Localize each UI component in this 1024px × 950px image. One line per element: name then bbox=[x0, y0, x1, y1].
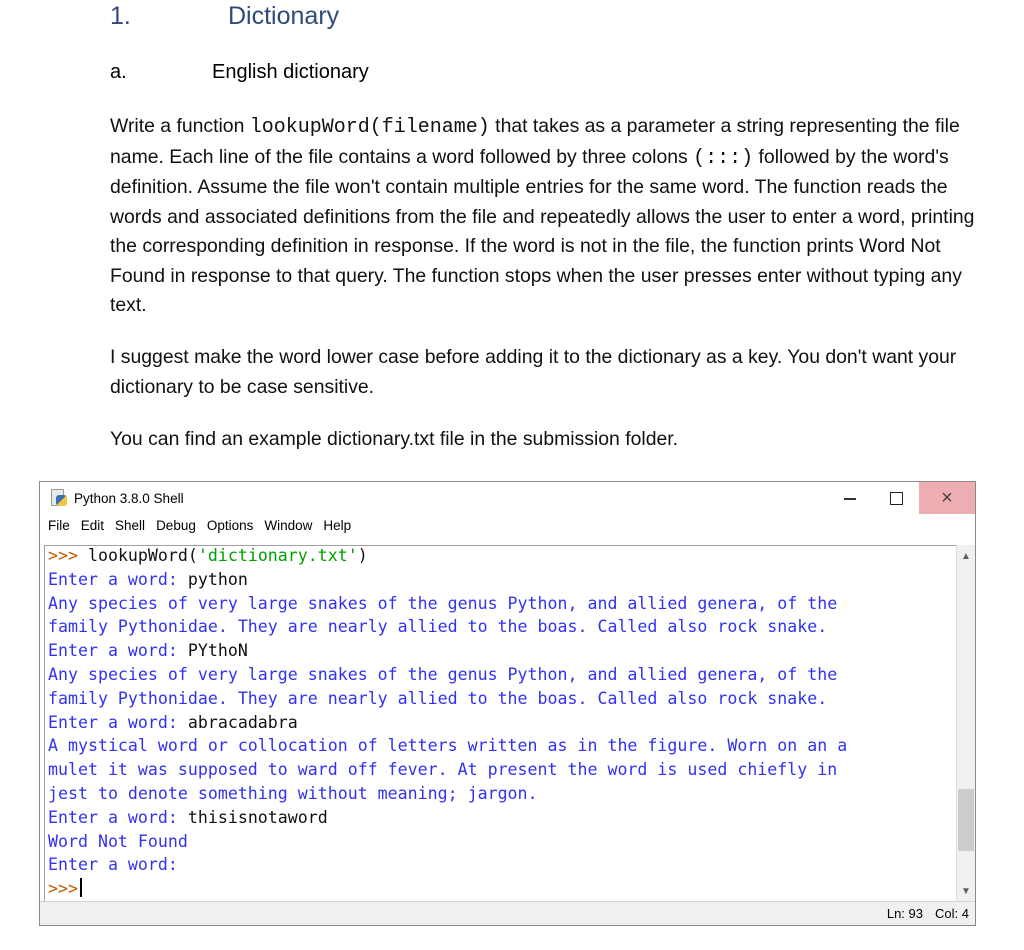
output-line: Any species of very large snakes of the … bbox=[48, 593, 838, 613]
text: followed by the word's definition. Assum… bbox=[110, 145, 975, 317]
menu-file[interactable]: File bbox=[48, 518, 70, 533]
title-bar[interactable]: Python 3.8.0 Shell × bbox=[40, 482, 975, 514]
file-note-paragraph: You can find an example dictionary.txt f… bbox=[110, 428, 679, 450]
menu-shell[interactable]: Shell bbox=[115, 518, 145, 533]
menu-help[interactable]: Help bbox=[323, 518, 351, 533]
prompt: >>> bbox=[48, 546, 78, 565]
input-line: Enter a word: bbox=[48, 853, 957, 877]
maximize-icon bbox=[889, 491, 903, 505]
menu-debug[interactable]: Debug bbox=[156, 518, 196, 533]
close-icon: × bbox=[941, 486, 953, 509]
scroll-down-icon[interactable]: ▼ bbox=[957, 882, 975, 900]
input-prompt: Enter a word: bbox=[48, 855, 188, 875]
prompt: >>> bbox=[48, 879, 78, 899]
input-line: Enter a word: PYthoN bbox=[48, 639, 957, 663]
output-line: Word Not Found bbox=[48, 831, 188, 851]
menu-options[interactable]: Options bbox=[207, 518, 254, 533]
input-prompt: Enter a word: bbox=[48, 641, 188, 661]
line-number: Ln: 93 bbox=[886, 906, 923, 921]
text: Write a function bbox=[110, 115, 250, 137]
vertical-scrollbar[interactable]: ▲ ▼ bbox=[956, 545, 975, 902]
output-line: Any species of very large snakes of the … bbox=[48, 664, 838, 684]
user-input: abracadabra bbox=[187, 712, 298, 732]
subheading-title: English dictionary bbox=[212, 61, 369, 83]
menu-bar: File Edit Shell Debug Options Window Hel… bbox=[40, 514, 975, 536]
heading-number: 1. bbox=[110, 2, 131, 30]
subheading-number: a. bbox=[110, 61, 127, 83]
input-prompt: Enter a word: bbox=[48, 569, 188, 589]
colons-code: (:::) bbox=[693, 146, 754, 170]
scrollbar-thumb[interactable] bbox=[958, 789, 974, 852]
input-line: Enter a word: abracadabra bbox=[48, 711, 957, 735]
function-signature: lookupWord(filename) bbox=[249, 116, 490, 139]
column-number: Col: 4 bbox=[935, 906, 969, 921]
window-controls: × bbox=[827, 482, 975, 514]
output-line: family Pythonidae. They are nearly allie… bbox=[48, 617, 828, 637]
command-function: lookupWord( bbox=[77, 546, 198, 565]
user-input: PYthoN bbox=[187, 641, 248, 661]
output-line: jest to denote something without meaning… bbox=[48, 783, 538, 803]
text-cursor bbox=[79, 878, 82, 898]
close-button[interactable]: × bbox=[919, 482, 975, 514]
heading-title: Dictionary bbox=[228, 2, 340, 30]
input-line: Enter a word: python bbox=[48, 568, 957, 592]
task-description: Write a function lookupWord(filename) th… bbox=[110, 112, 990, 321]
hint-paragraph: I suggest make the word lower case befor… bbox=[110, 346, 957, 398]
shell-text[interactable]: >>> lookupWord('dictionary.txt') Enter a … bbox=[45, 546, 957, 901]
output-line: A mystical word or collocation of letter… bbox=[48, 736, 848, 756]
user-input: thisisnotaword bbox=[187, 807, 328, 827]
input-prompt: Enter a word: bbox=[48, 807, 188, 827]
minimize-button[interactable] bbox=[827, 482, 873, 514]
output-line: family Pythonidae. They are nearly allie… bbox=[48, 688, 828, 708]
command-line: >>> lookupWord('dictionary.txt') bbox=[48, 546, 957, 568]
menu-edit[interactable]: Edit bbox=[81, 518, 104, 533]
maximize-button[interactable] bbox=[873, 482, 919, 514]
shell-output[interactable]: >>> lookupWord('dictionary.txt') Enter a … bbox=[44, 545, 957, 902]
command-argument: 'dictionary.txt' bbox=[197, 546, 358, 565]
final-prompt-line[interactable]: >>> bbox=[48, 877, 957, 901]
input-prompt: Enter a word: bbox=[48, 712, 188, 732]
user-input: python bbox=[187, 569, 248, 589]
idle-shell-window: Python 3.8.0 Shell × File Edit Shell Deb… bbox=[39, 481, 976, 926]
minimize-icon bbox=[844, 498, 856, 500]
window-title: Python 3.8.0 Shell bbox=[74, 490, 184, 506]
output-line: mulet it was supposed to ward off fever.… bbox=[48, 760, 838, 780]
menu-window[interactable]: Window bbox=[264, 518, 312, 533]
scroll-up-icon[interactable]: ▲ bbox=[957, 547, 975, 565]
python-idle-icon bbox=[51, 489, 67, 507]
status-bar: Ln: 93 Col: 4 bbox=[40, 901, 975, 925]
command-close: ) bbox=[357, 546, 368, 565]
input-line: Enter a word: thisisnotaword bbox=[48, 806, 957, 830]
